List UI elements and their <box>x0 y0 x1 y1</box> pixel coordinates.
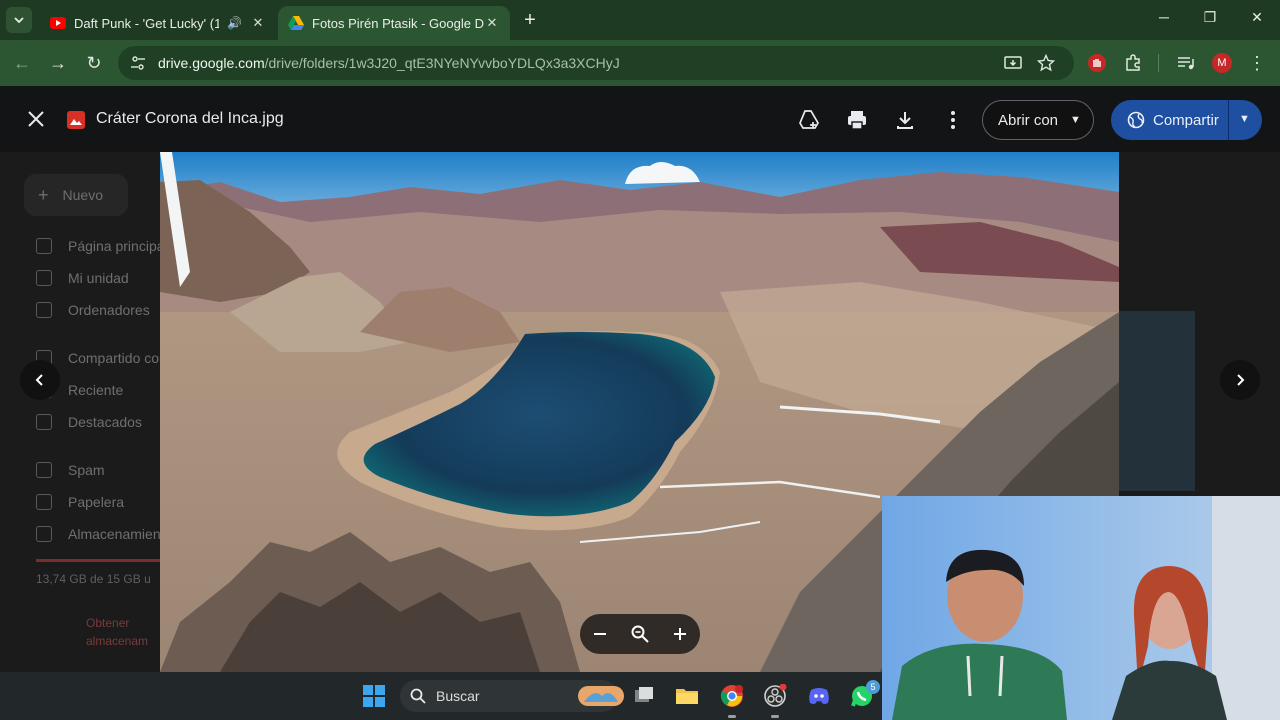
new-tab-button[interactable]: + <box>519 9 541 32</box>
get-storage-line: almacenam <box>86 634 149 648</box>
storage-text: 13,74 GB de 15 GB u <box>36 572 151 586</box>
install-app-icon[interactable] <box>1004 54 1022 72</box>
toolbar-divider <box>1158 54 1159 72</box>
screen: Daft Punk - 'Get Lucky' (10 min 🔊 ✕ Foto… <box>0 0 1280 720</box>
sidebar-item-starred: Destacados <box>36 414 142 430</box>
maximize-button[interactable]: ❐ <box>1199 9 1221 26</box>
close-tab-icon[interactable]: ✕ <box>484 15 500 31</box>
sidebar-item-spam: Spam <box>36 462 105 478</box>
sidebar-label: Reciente <box>68 382 124 398</box>
viewer-header: Cráter Corona del Inca.jpg Abrir con ▼ C… <box>0 86 1280 152</box>
address-bar[interactable]: drive.google.com/drive/folders/1w3J20_qt… <box>118 46 1074 80</box>
previous-image-button[interactable] <box>20 360 60 400</box>
sidebar-label: Spam <box>68 462 105 478</box>
open-with-button[interactable]: Abrir con ▼ <box>982 100 1094 140</box>
windows-taskbar: Buscar 5 <box>0 672 882 720</box>
sidebar-label: Almacenamiento <box>68 526 173 542</box>
new-label: Nuevo <box>62 187 103 203</box>
taskbar-search[interactable]: Buscar <box>400 680 624 712</box>
reload-icon[interactable]: ↻ <box>83 53 105 73</box>
minimize-button[interactable]: ─ <box>1153 9 1175 25</box>
close-icon[interactable] <box>26 109 46 129</box>
zoom-magnifier-icon[interactable] <box>630 624 650 644</box>
open-with-label: Abrir con <box>998 111 1059 129</box>
storage-bar <box>36 559 160 562</box>
site-info-icon[interactable] <box>130 55 146 71</box>
active-app-indicator <box>771 715 779 718</box>
file-name: Cráter Corona del Inca.jpg <box>96 110 284 127</box>
url-path: /drive/folders/1w3J20_qtE3NYeNYvvboYDLQx… <box>264 55 620 71</box>
sidebar-item-storage: Almacenamiento <box>36 526 172 542</box>
chrome-icon[interactable] <box>720 684 744 708</box>
sidebar-label: Papelera <box>68 494 125 510</box>
google-drive-icon <box>288 16 304 30</box>
chevron-down-icon <box>14 17 24 24</box>
whatsapp-badge: 5 <box>866 680 880 694</box>
more-menu-icon[interactable]: ⋮ <box>1246 53 1268 73</box>
media-control-icon[interactable] <box>1176 53 1196 73</box>
zoom-in-icon[interactable] <box>670 624 690 644</box>
get-storage-link: Obtener almacenam <box>86 614 148 650</box>
thumbnail <box>1119 311 1195 491</box>
image-file-icon <box>67 111 85 129</box>
back-icon[interactable]: ← <box>11 53 33 73</box>
task-view-icon[interactable] <box>632 684 656 708</box>
sidebar-item-trash: Papelera <box>36 494 124 510</box>
speaker-icon[interactable]: 🔊 <box>227 16 242 30</box>
url-host: drive.google.com <box>158 55 265 71</box>
search-label: Buscar <box>436 688 480 704</box>
print-icon[interactable] <box>846 109 868 131</box>
windows-start-icon[interactable] <box>362 684 386 708</box>
search-icon <box>410 688 426 704</box>
tab-title: Daft Punk - 'Get Lucky' (10 min <box>74 15 220 31</box>
close-tab-icon[interactable]: ✕ <box>250 15 266 31</box>
file-explorer-icon[interactable] <box>675 684 699 708</box>
browser-toolbar: ← → ↻ drive.google.com/drive/folders/1w3… <box>0 40 1280 86</box>
extensions-puzzle-icon[interactable] <box>1123 53 1143 73</box>
caret-down-icon: ▼ <box>1070 114 1081 126</box>
tab-title: Fotos Pirén Ptasik - Google Drive <box>312 15 484 31</box>
sidebar-label: Página principal <box>68 238 168 254</box>
sidebar-label: Ordenadores <box>68 302 150 318</box>
add-shortcut-drive-icon[interactable] <box>798 109 820 131</box>
new-button: + Nuevo <box>24 174 128 216</box>
more-vert-icon[interactable] <box>942 109 964 131</box>
close-window-button[interactable]: ✕ <box>1246 9 1268 26</box>
search-highlight-icon <box>578 686 624 706</box>
youtube-icon <box>50 17 66 29</box>
extension-hand-icon[interactable] <box>1087 53 1107 73</box>
globe-icon <box>1127 111 1145 129</box>
star-bookmark-icon[interactable] <box>1037 54 1055 72</box>
zoom-out-icon[interactable] <box>590 624 610 644</box>
browser-tab-strip: Daft Punk - 'Get Lucky' (10 min 🔊 ✕ Foto… <box>0 0 1280 40</box>
obs-icon[interactable] <box>763 684 787 708</box>
tab-youtube[interactable]: Daft Punk - 'Get Lucky' (10 min 🔊 ✕ <box>40 6 276 40</box>
zoom-controls <box>580 614 700 654</box>
chevron-right-icon <box>1237 374 1245 386</box>
share-label: Compartir <box>1153 111 1219 129</box>
share-divider <box>1228 100 1229 140</box>
tab-search-button[interactable] <box>6 7 32 33</box>
sidebar-item-home: Página principal <box>36 238 168 254</box>
active-app-indicator <box>728 715 736 718</box>
webcam-overlay <box>882 496 1280 720</box>
sidebar-label: Mi unidad <box>68 270 129 286</box>
share-options-caret-icon[interactable]: ▼ <box>1239 113 1250 125</box>
sidebar-item-my-drive: Mi unidad <box>36 270 129 286</box>
chevron-left-icon <box>35 374 43 386</box>
share-button[interactable]: Compartir ▼ <box>1111 100 1262 140</box>
forward-icon[interactable]: → <box>47 53 69 73</box>
sidebar-item-computers: Ordenadores <box>36 302 150 318</box>
download-icon[interactable] <box>894 109 916 131</box>
next-image-button[interactable] <box>1220 360 1260 400</box>
sidebar-label: Destacados <box>68 414 142 430</box>
discord-icon[interactable] <box>807 684 831 708</box>
get-storage-line: Obtener <box>86 616 130 630</box>
profile-avatar[interactable]: M <box>1212 53 1232 73</box>
url-text: drive.google.com/drive/folders/1w3J20_qt… <box>158 55 620 71</box>
tab-google-drive[interactable]: Fotos Pirén Ptasik - Google Drive ✕ <box>278 6 510 40</box>
